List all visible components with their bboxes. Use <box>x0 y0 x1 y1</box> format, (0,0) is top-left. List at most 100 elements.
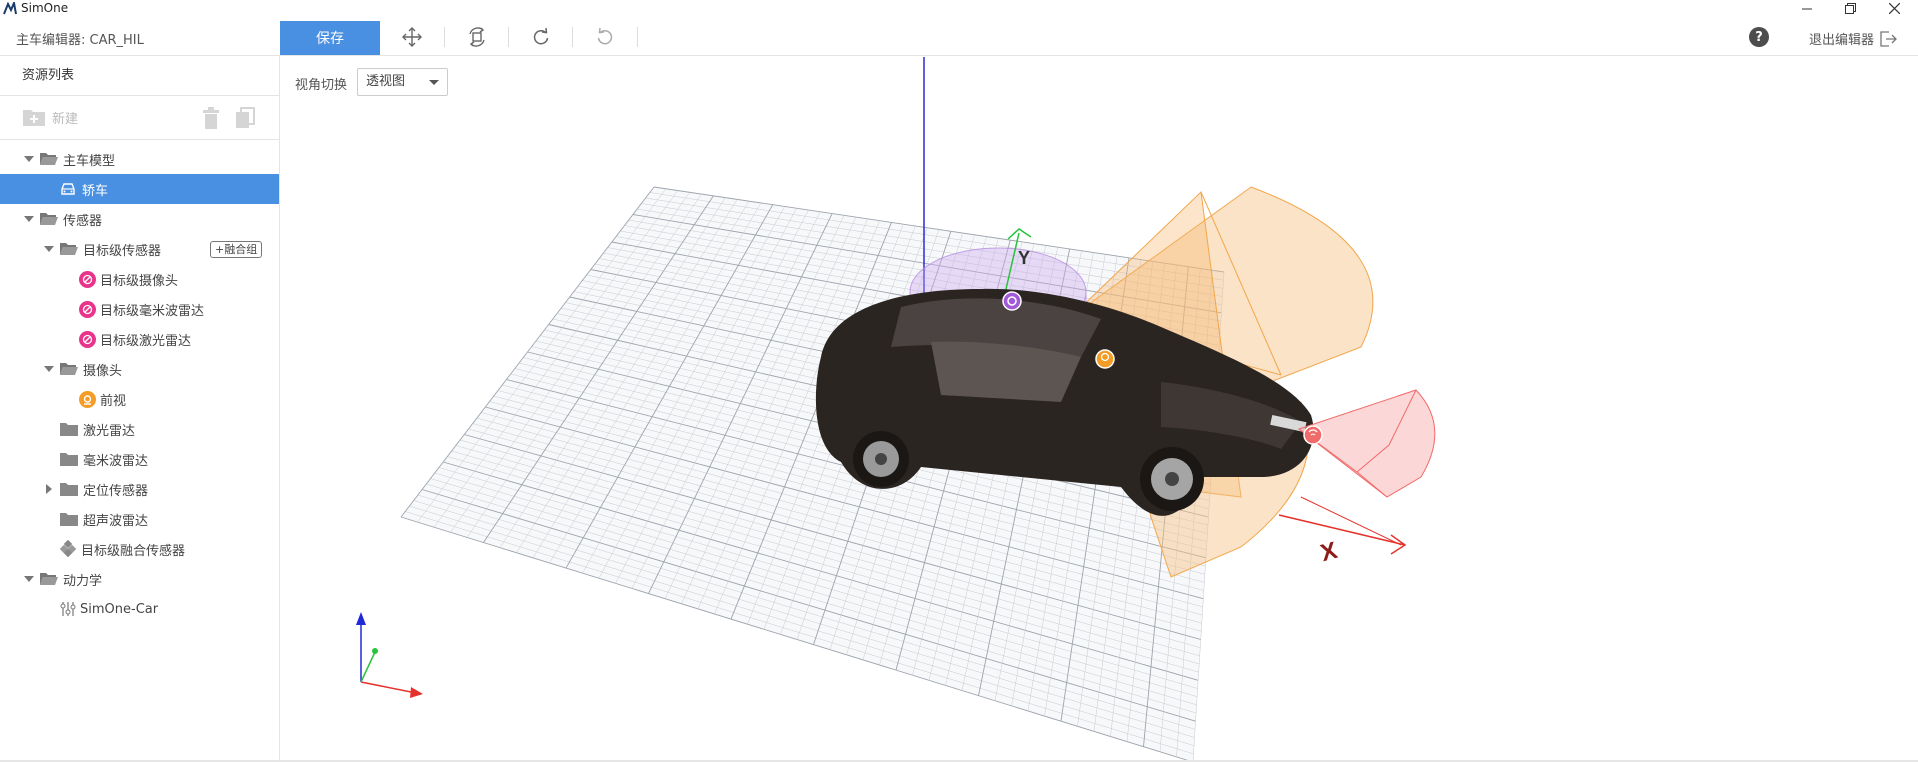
tree-item-label: 主车模型 <box>63 153 116 169</box>
tree-item-label: SimOne-Car <box>80 601 159 617</box>
tree-item-positioning-sensor[interactable]: 定位传感器 <box>0 474 279 504</box>
tree-item-label: 目标级毫米波雷达 <box>100 303 205 319</box>
title-bar: SimOne <box>0 0 1918 17</box>
tree-item-label: 摄像头 <box>83 363 123 379</box>
help-icon[interactable]: ? <box>1749 27 1769 47</box>
folder-icon <box>60 453 78 466</box>
folder-open-icon <box>40 213 58 225</box>
folder-icon <box>60 423 78 436</box>
caret-right-icon[interactable] <box>44 484 54 494</box>
folder-open-icon <box>40 153 58 165</box>
view-switch-label: 视角切换 <box>295 78 348 93</box>
caret-down-icon[interactable] <box>44 244 54 254</box>
caret-down-icon[interactable] <box>24 214 34 224</box>
folder-open-icon <box>40 573 58 585</box>
front-camera-marker[interactable] <box>1095 349 1115 369</box>
minimize-icon <box>1802 8 1812 9</box>
sidebar-title: 资源列表 <box>0 56 279 96</box>
folder-icon <box>60 483 78 496</box>
redo-icon <box>533 27 549 45</box>
toolbar-divider <box>637 27 638 47</box>
tree-item-label: 动力学 <box>63 573 103 589</box>
exit-icon <box>1880 30 1897 47</box>
new-resource-label: 新建 <box>52 111 79 127</box>
tree-item-simone-car[interactable]: SimOne-Car <box>0 594 279 624</box>
object-sensor-icon <box>79 330 96 348</box>
tree-item-object-camera[interactable]: 目标级摄像头 <box>0 264 279 294</box>
close-button[interactable] <box>1879 0 1909 17</box>
exit-editor-label: 退出编辑器 <box>1809 33 1875 48</box>
chevron-down-icon <box>429 80 439 85</box>
copy-icon[interactable] <box>235 107 255 129</box>
redo-button[interactable] <box>525 25 557 49</box>
orientation-gizmo <box>356 612 423 698</box>
simone-logo-icon <box>3 2 17 15</box>
tree-item-camera[interactable]: 摄像头 <box>0 354 279 384</box>
tree-item-label: 超声波雷达 <box>83 513 149 529</box>
resource-tree: 主车模型 轿车 传感器 目标级传感器 +融合组 目标级摄像头 目标级毫米波雷达 … <box>0 140 279 624</box>
camera-sensor-marker[interactable] <box>1002 291 1022 311</box>
exit-editor-button[interactable]: 退出编辑器 <box>1809 29 1897 48</box>
new-resource-button[interactable]: 新建 <box>22 107 78 127</box>
tree-item-label: 定位传感器 <box>83 483 149 499</box>
view-mode-value: 透视图 <box>366 74 406 89</box>
tree-item-fusion-sensor[interactable]: 目标级融合传感器 <box>0 534 279 564</box>
tree-item-label: 轿车 <box>82 183 109 199</box>
view-mode-select[interactable]: 透视图 <box>357 68 448 96</box>
folder-open-icon <box>60 243 78 255</box>
tree-item-label: 目标级传感器 <box>83 243 162 259</box>
toolbar-divider <box>572 27 573 47</box>
tree-item-label: 目标级激光雷达 <box>100 333 192 349</box>
tree-item-label: 毫米波雷达 <box>83 453 149 469</box>
tree-item-mmw-radar[interactable]: 毫米波雷达 <box>0 444 279 474</box>
new-folder-icon <box>23 110 45 126</box>
tree-item-label: 目标级摄像头 <box>100 273 179 289</box>
toolbar-divider <box>508 27 509 47</box>
undo-button[interactable] <box>589 25 621 49</box>
caret-down-icon[interactable] <box>24 154 34 164</box>
tree-item-label: 传感器 <box>63 213 103 229</box>
restore-icon <box>1844 3 1856 14</box>
move-tool-button[interactable] <box>396 25 428 49</box>
fusion-sensor-icon <box>60 540 77 558</box>
editor-name: 主车编辑器: CAR_HIL <box>16 33 144 48</box>
folder-open-icon <box>60 363 78 375</box>
caret-down-icon[interactable] <box>24 574 34 584</box>
scene-canvas[interactable]: Y X <box>281 57 1918 762</box>
radar-fov <box>1297 389 1436 498</box>
object-sensor-icon <box>79 300 96 318</box>
window-title: SimOne <box>21 1 69 15</box>
rotate-object-button[interactable] <box>461 25 493 49</box>
add-fusion-group-button[interactable]: +融合组 <box>210 241 263 258</box>
radar-sensor-marker[interactable] <box>1303 425 1323 445</box>
tree-item-label: 激光雷达 <box>83 423 136 439</box>
tree-item-sedan[interactable]: 轿车 <box>0 174 279 204</box>
sliders-icon <box>60 602 76 616</box>
tree-item-label: 目标级融合传感器 <box>81 543 186 559</box>
tree-item-ultrasonic-radar[interactable]: 超声波雷达 <box>0 504 279 534</box>
tree-item-sensors[interactable]: 传感器 <box>0 204 279 234</box>
tree-item-object-sensors[interactable]: 目标级传感器 +融合组 <box>0 234 279 264</box>
object-sensor-icon <box>79 270 96 288</box>
delete-icon[interactable] <box>201 107 221 129</box>
move-icon <box>402 27 422 47</box>
x-axis-label: X <box>1318 537 1340 567</box>
car-icon <box>61 183 75 195</box>
tree-item-lidar[interactable]: 激光雷达 <box>0 414 279 444</box>
minimize-button[interactable] <box>1792 0 1822 17</box>
close-icon <box>1888 3 1900 14</box>
tree-item-host-model[interactable]: 主车模型 <box>0 144 279 174</box>
undo-icon <box>597 27 613 45</box>
tree-item-object-lidar[interactable]: 目标级激光雷达 <box>0 324 279 354</box>
3d-viewport[interactable]: Y X 视角切换 透视图 <box>281 57 1918 762</box>
y-axis-label: Y <box>1018 248 1030 268</box>
save-button[interactable]: 保存 <box>280 21 380 55</box>
sidebar-actions: 新建 <box>0 96 279 140</box>
folder-icon <box>60 513 78 526</box>
tree-item-object-mmw-radar[interactable]: 目标级毫米波雷达 <box>0 294 279 324</box>
restore-button[interactable] <box>1835 0 1865 17</box>
toolbar-divider <box>444 27 445 47</box>
tree-item-front-view[interactable]: 前视 <box>0 384 279 414</box>
caret-down-icon[interactable] <box>44 364 54 374</box>
tree-item-dynamics[interactable]: 动力学 <box>0 564 279 594</box>
